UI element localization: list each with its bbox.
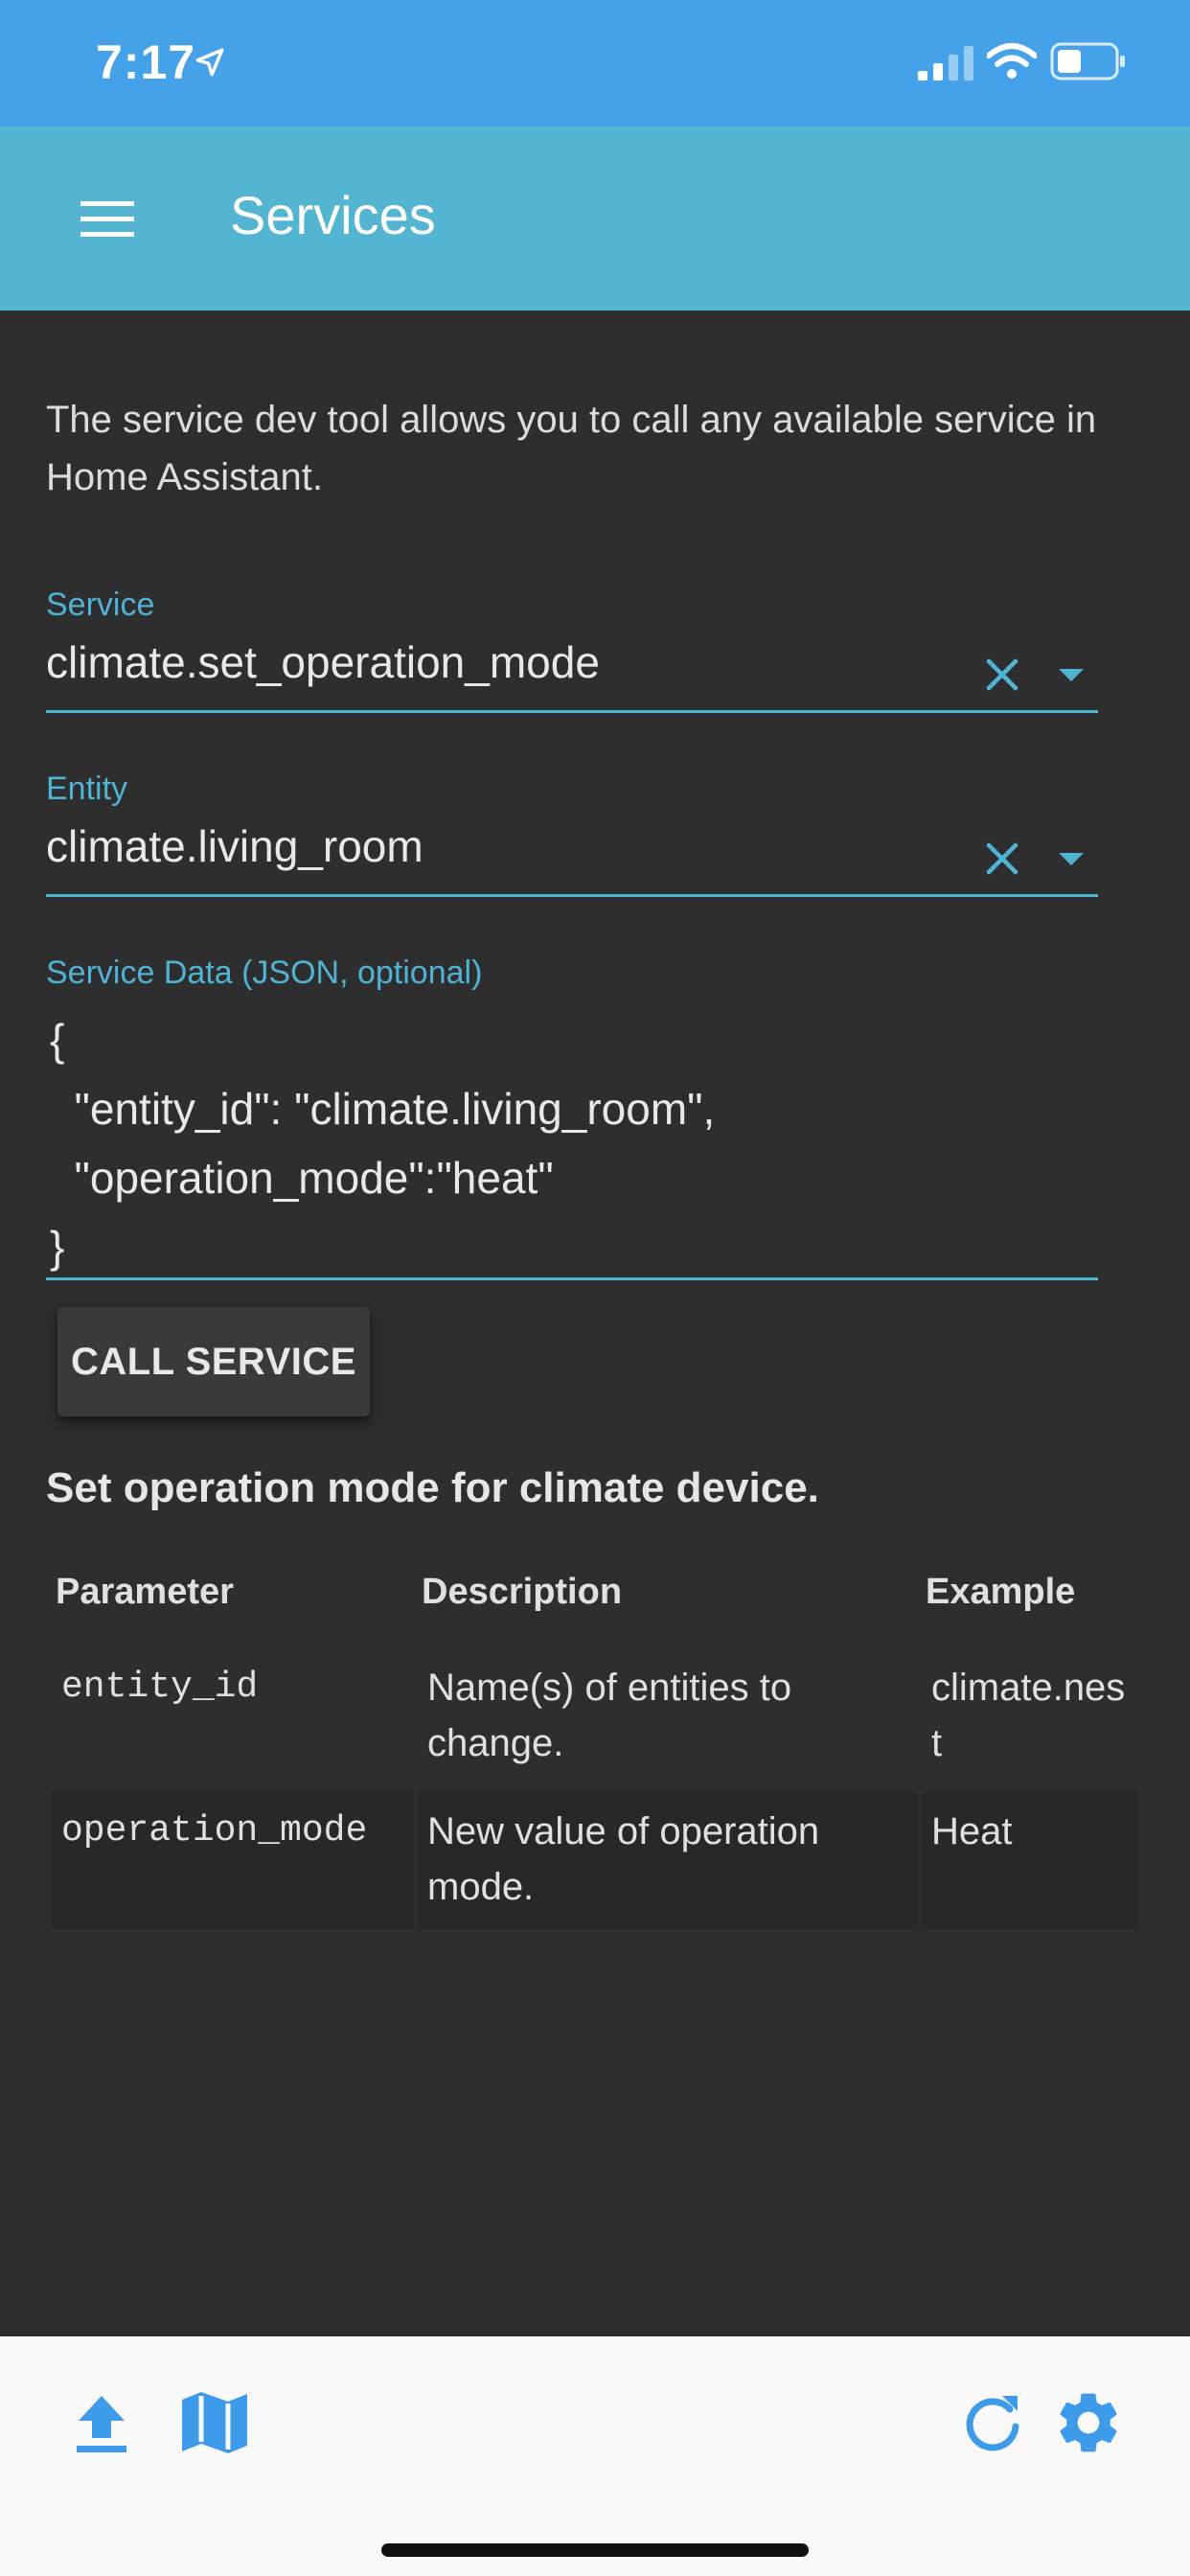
- service-data-textarea[interactable]: { "entity_id": "climate.living_room", "o…: [46, 1004, 1098, 1280]
- table-header-parameter: Parameter: [56, 1572, 234, 1612]
- table-cell-example: climate.nest: [931, 1667, 1126, 1764]
- cellular-signal-icon: [918, 46, 973, 85]
- entity-field-label: Entity: [46, 770, 128, 807]
- table-row: operation_mode New value of operation mo…: [52, 1792, 1138, 1930]
- page-title: Services: [230, 185, 436, 245]
- chevron-down-icon: [1059, 669, 1084, 681]
- status-time: 7:17: [96, 35, 196, 89]
- status-bar: 7:17: [0, 0, 1190, 126]
- json-line: }: [50, 1222, 65, 1272]
- json-line: "operation_mode":"heat": [50, 1153, 554, 1203]
- service-description: Set operation mode for climate device.: [46, 1464, 819, 1511]
- entity-field[interactable]: climate.living_room: [46, 809, 1098, 897]
- service-field-value[interactable]: climate.set_operation_mode: [46, 636, 600, 688]
- upload-icon: [77, 2396, 126, 2452]
- menu-button[interactable]: [61, 172, 153, 264]
- bottom-toolbar: [0, 2336, 1190, 2576]
- service-data-label: Service Data (JSON, optional): [46, 954, 483, 991]
- service-dropdown-button[interactable]: [1044, 648, 1098, 702]
- close-icon: [986, 658, 1018, 691]
- table-cell-description: Name(s) of entities to change.: [427, 1667, 792, 1764]
- location-arrow-icon: [194, 46, 226, 83]
- app-bar: Services: [0, 126, 1190, 310]
- entity-dropdown-button[interactable]: [1044, 832, 1098, 886]
- map-button[interactable]: [169, 2377, 261, 2469]
- clear-service-button[interactable]: [975, 648, 1029, 702]
- json-line: {: [50, 1015, 65, 1065]
- call-service-button[interactable]: CALL SERVICE: [57, 1307, 370, 1416]
- table-row: entity_id Name(s) of entities to change.…: [52, 1648, 1138, 1786]
- json-line: "entity_id": "climate.living_room",: [50, 1084, 716, 1134]
- map-icon: [182, 2392, 247, 2453]
- battery-icon: [1050, 42, 1127, 85]
- table-cell-description: New value of operation mode.: [418, 1792, 918, 1930]
- refresh-icon: [966, 2396, 1019, 2451]
- settings-button[interactable]: [1042, 2377, 1134, 2469]
- entity-field-value[interactable]: climate.living_room: [46, 820, 423, 872]
- clear-entity-button[interactable]: [975, 832, 1029, 886]
- chevron-down-icon: [1059, 853, 1084, 865]
- upload-button[interactable]: [56, 2377, 148, 2469]
- refresh-button[interactable]: [947, 2377, 1039, 2469]
- table-cell-example: Heat: [922, 1792, 1138, 1930]
- home-indicator: [381, 2543, 809, 2557]
- close-icon: [986, 842, 1018, 875]
- table-cell-parameter: operation_mode: [52, 1792, 414, 1930]
- wifi-icon: [986, 42, 1038, 85]
- settings-gear-icon: [1060, 2393, 1117, 2452]
- service-field-label: Service: [46, 586, 155, 623]
- table-header-example: Example: [926, 1572, 1076, 1612]
- table-header-description: Description: [422, 1572, 623, 1612]
- table-cell-parameter: entity_id: [61, 1667, 259, 1708]
- intro-text: The service dev tool allows you to call …: [46, 399, 1097, 498]
- service-field[interactable]: climate.set_operation_mode: [46, 625, 1098, 713]
- hamburger-menu-icon: [80, 201, 134, 237]
